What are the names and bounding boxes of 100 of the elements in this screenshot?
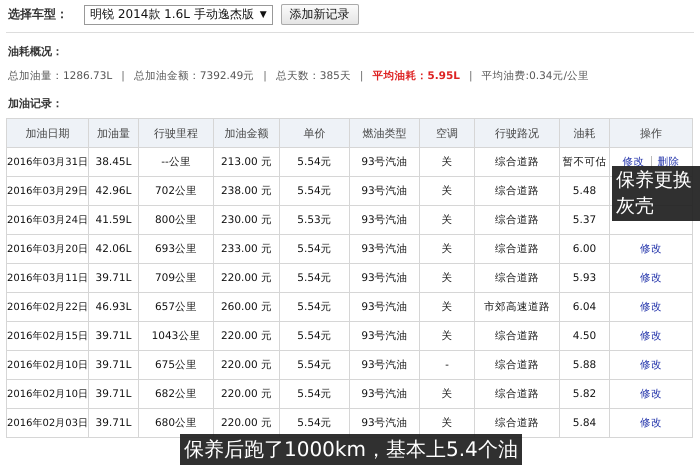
table-cell: 260.00 元	[214, 292, 280, 322]
table-cell: 230.00 元	[214, 206, 280, 234]
table-cell: 39.71L	[88, 264, 138, 292]
stat-text: 总天数：385天	[276, 69, 351, 83]
edit-link[interactable]: 修改	[622, 156, 644, 168]
stat-text: 总加油金额：7392.49元	[134, 69, 254, 83]
stat-text: 平均油费:0.34元/公里	[482, 69, 590, 83]
video-caption: 保养更换灰壳	[612, 166, 700, 221]
table-cell: 4.50	[560, 322, 610, 350]
table-cell: 2016年03月20日	[6, 234, 88, 264]
video-caption: 保养后跑了1000km，基本上5.4个油	[180, 434, 522, 465]
table-cell: --公里	[138, 148, 214, 176]
table-cell: 41.59L	[88, 206, 138, 234]
add-record-button[interactable]: 添加新记录	[280, 4, 359, 25]
table-cell: 综合道路	[474, 176, 560, 206]
column-header: 行驶路况	[474, 118, 560, 148]
table-cell: 2016年02月10日	[6, 350, 88, 380]
table-cell: 综合道路	[474, 380, 560, 408]
car-model-label: 选择车型：	[8, 6, 68, 23]
table-cell: -	[420, 350, 474, 380]
table-cell: 39.71L	[88, 322, 138, 350]
table-cell: 5.88	[560, 350, 610, 380]
table-cell: 93号汽油	[350, 206, 420, 234]
section-title: 加油记录：	[8, 96, 64, 111]
table-cell: 220.00 元	[214, 322, 280, 350]
table-cell: 关	[420, 206, 474, 234]
column-header: 单价	[280, 118, 350, 148]
table-cell: 5.54元	[280, 322, 350, 350]
table-cell: 5.54元	[280, 176, 350, 206]
separator-text: |	[121, 70, 125, 82]
table-cell: 关	[420, 234, 474, 264]
section-title: 油耗概况：	[8, 44, 64, 59]
table-cell: 220.00 元	[214, 380, 280, 408]
table-cell: 2016年02月22日	[6, 292, 88, 322]
table-cell: 693公里	[138, 234, 214, 264]
table-cell: 93号汽油	[350, 234, 420, 264]
table-cell: 682公里	[138, 380, 214, 408]
column-header: 加油日期	[6, 118, 88, 148]
table-cell: 2016年03月31日	[6, 148, 88, 176]
table-cell: 暂不可估	[560, 148, 610, 176]
table-cell: 93号汽油	[350, 264, 420, 292]
table-cell: 关	[420, 380, 474, 408]
column-header: 油耗	[560, 118, 610, 148]
table-cell: 220.00 元	[214, 350, 280, 380]
table-cell: 关	[420, 148, 474, 176]
highlighted-stat: 平均油耗：5.95L	[372, 69, 460, 83]
table-cell: 关	[420, 176, 474, 206]
edit-link[interactable]: 修改	[640, 243, 662, 255]
table-cell: 综合道路	[474, 148, 560, 176]
edit-link[interactable]: 修改	[640, 272, 662, 284]
table-cell: 39.71L	[88, 380, 138, 408]
delete-link[interactable]: 删除	[658, 156, 680, 168]
table-cell: 213.00 元	[214, 148, 280, 176]
table-cell: 5.93	[560, 264, 610, 292]
table-cell: 6.04	[560, 292, 610, 322]
table-cell: 39.71L	[88, 408, 138, 438]
table-cell: 46.93L	[88, 292, 138, 322]
table-cell: 5.48	[560, 176, 610, 206]
table-cell: 675公里	[138, 350, 214, 380]
edit-link[interactable]: 修改	[640, 359, 662, 371]
table-cell: 综合道路	[474, 350, 560, 380]
table-cell: 238.00 元	[214, 176, 280, 206]
table-cell: 5.54元	[280, 148, 350, 176]
table-cell: 93号汽油	[350, 350, 420, 380]
table-cell: 5.54元	[280, 380, 350, 408]
table-cell: 2016年03月24日	[6, 206, 88, 234]
table-cell: 93号汽油	[350, 380, 420, 408]
table-cell: 综合道路	[474, 322, 560, 350]
table-cell: 5.54元	[280, 264, 350, 292]
column-header: 加油金额	[214, 118, 280, 148]
edit-link[interactable]: 修改	[640, 417, 662, 429]
table-cell: 综合道路	[474, 264, 560, 292]
table-cell: 5.53元	[280, 206, 350, 234]
table-cell: 2016年03月29日	[6, 176, 88, 206]
table-cell: 220.00 元	[214, 264, 280, 292]
edit-link[interactable]: 修改	[640, 301, 662, 313]
table-cell: 1043公里	[138, 322, 214, 350]
table-cell: 5.82	[560, 380, 610, 408]
table-cell: 42.96L	[88, 176, 138, 206]
table-cell: 233.00 元	[214, 234, 280, 264]
column-header: 空调	[420, 118, 474, 148]
table-cell: 关	[420, 264, 474, 292]
table-cell: 6.00	[560, 234, 610, 264]
table-cell: 综合道路	[474, 206, 560, 234]
table-cell: 5.54元	[280, 350, 350, 380]
table-cell: 93号汽油	[350, 148, 420, 176]
table-cell: 关	[420, 292, 474, 322]
table-cell: 2016年02月10日	[6, 380, 88, 408]
table-cell: 5.54元	[280, 234, 350, 264]
table-cell: 709公里	[138, 264, 214, 292]
table-cell: 2016年02月03日	[6, 408, 88, 438]
edit-link[interactable]: 修改	[640, 388, 662, 400]
table-cell: 5.84	[560, 408, 610, 438]
table-cell: 5.54元	[280, 292, 350, 322]
table-cell: 综合道路	[474, 234, 560, 264]
table-cell: 93号汽油	[350, 176, 420, 206]
table-cell: 702公里	[138, 176, 214, 206]
stat-text: 总加油量：1286.73L	[8, 69, 112, 83]
car-model-select[interactable]: 明锐 2014款 1.6L 手动逸杰版 ▼	[84, 4, 273, 24]
edit-link[interactable]: 修改	[640, 330, 662, 342]
